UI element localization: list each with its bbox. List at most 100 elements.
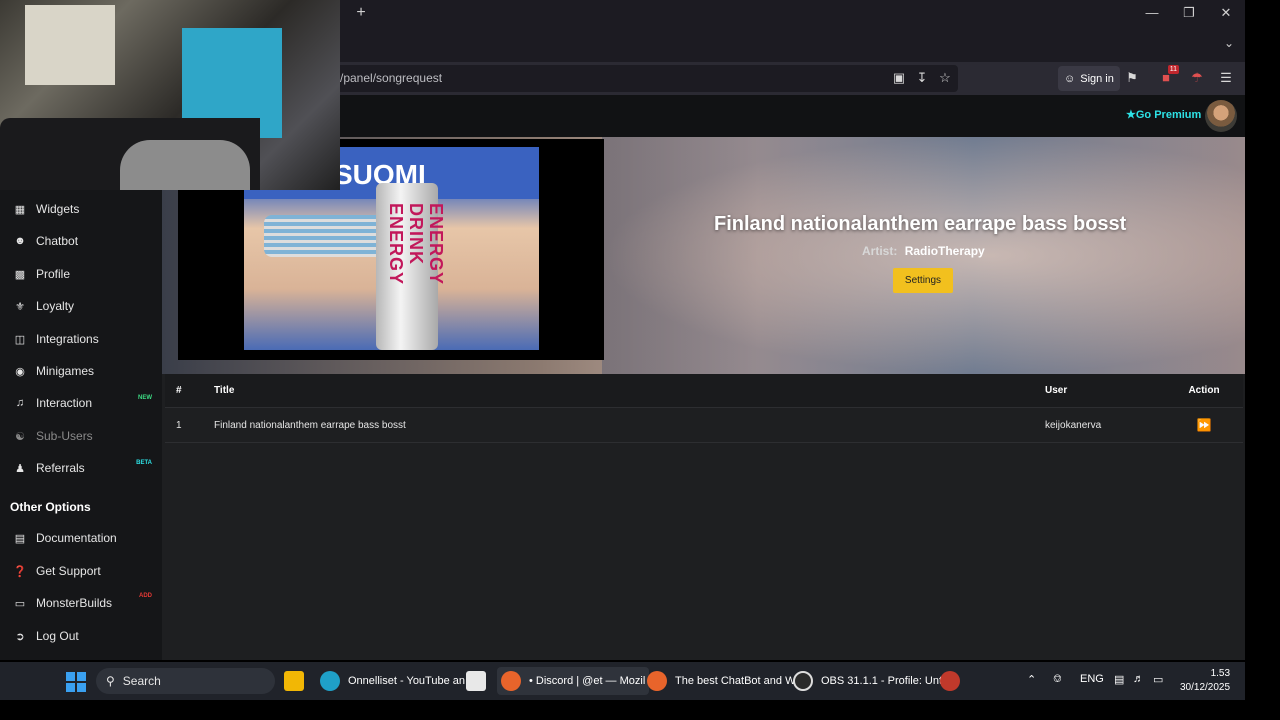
song-queue-table: # Title User Action 1 Finland nationalan…	[165, 374, 1243, 443]
sidebar-item-referrals[interactable]: ♟ Referrals BETA	[0, 454, 162, 482]
clock-time: 1.53	[1210, 668, 1231, 679]
id-card-icon: ▩	[14, 268, 26, 281]
row-title: Finland nationalanthem earrape bass boss…	[214, 419, 406, 431]
fast-forward-icon: ⏩	[1196, 418, 1212, 432]
sidebar-item-profile[interactable]: ▩ Profile	[0, 260, 162, 288]
logout-icon: ➲	[15, 630, 25, 643]
sidebar-item-monsterbuilds[interactable]: ▭ MonsterBuilds ADD	[0, 589, 162, 617]
sidebar-item-label: Widgets	[36, 202, 80, 216]
row-user: keijokanerva	[1045, 419, 1102, 431]
sidebar-item-chatbot[interactable]: ☻ Chatbot	[0, 227, 162, 255]
sidebar-item-integrations[interactable]: ◫ Integrations	[0, 325, 162, 353]
table-row: 1 Finland nationalanthem earrape bass bo…	[165, 408, 1243, 443]
download-page-icon[interactable]: ↧	[914, 70, 930, 86]
file-explorer-button[interactable]	[284, 667, 312, 695]
microsoft-store-button[interactable]	[466, 667, 494, 695]
taskbar-app-label: The best ChatBot and W	[675, 675, 796, 687]
new-badge: NEW	[138, 395, 152, 401]
header-user: User	[1045, 385, 1068, 396]
go-premium-link[interactable]: ★Go Premium	[1126, 108, 1201, 121]
new-tab-button[interactable]: +	[352, 4, 370, 22]
taskbar-app-chatbot-firefox[interactable]: The best ChatBot and W	[647, 667, 795, 695]
firefox-icon	[501, 671, 521, 691]
taskbar-app-obs[interactable]: OBS 31.1.1 - Profile: Unti	[793, 667, 945, 695]
obs-icon	[793, 671, 813, 691]
extension-red-icon[interactable]: ■ 11	[1157, 65, 1179, 87]
sidebar-item-label: Chatbot	[36, 234, 79, 248]
folder-icon	[284, 671, 304, 691]
sidebar-item-interaction[interactable]: ♫ Interaction NEW	[0, 389, 162, 417]
close-button[interactable]: ✕	[1216, 4, 1236, 22]
go-premium-label: Go Premium	[1135, 109, 1202, 121]
taskbar-app-extra[interactable]	[940, 667, 968, 695]
beta-badge: BETA	[136, 460, 152, 466]
sidebar-item-label: Sub-Users	[36, 429, 93, 443]
app-icon	[940, 671, 960, 691]
sign-in-label: Sign in	[1080, 72, 1114, 85]
now-playing-title: Finland nationalanthem earrape bass boss…	[714, 213, 1127, 235]
minimize-button[interactable]: —	[1142, 4, 1162, 22]
sidebar-item-label: MonsterBuilds	[36, 596, 113, 610]
music-icon: ♫	[15, 397, 25, 409]
header-num: #	[176, 385, 182, 396]
sidebar-item-minigames[interactable]: ◉ Minigames	[0, 357, 162, 385]
taskbar-app-edge[interactable]: Onnelliset - YouTube an	[320, 667, 465, 695]
add-badge: ADD	[139, 593, 152, 599]
avatar[interactable]	[1205, 100, 1237, 132]
battery-icon[interactable]: ▭	[1153, 673, 1163, 686]
webcam-window	[25, 5, 115, 85]
header-title: Title	[214, 385, 235, 396]
bookmark-star-icon[interactable]: ☆	[937, 70, 953, 86]
sidebar-item-label: Get Support	[36, 564, 101, 578]
start-button[interactable]	[66, 672, 86, 692]
book-icon: ▤	[14, 532, 26, 545]
picture-in-picture-icon[interactable]: ▣	[891, 70, 907, 86]
sidebar-item-label: Integrations	[36, 332, 99, 346]
taskbar-app-label: OBS 31.1.1 - Profile: Unti	[821, 675, 945, 687]
sidebar-item-label: Log Out	[36, 629, 79, 643]
volume-icon[interactable]: ♬	[1133, 673, 1144, 685]
robot-icon: ☻	[14, 235, 26, 247]
sidebar-item-sub-users[interactable]: ☯ Sub-Users	[0, 422, 162, 450]
screen-bottom-border	[0, 700, 1280, 720]
sidebar-item-label: Profile	[36, 267, 71, 281]
language-indicator[interactable]: ENG	[1080, 673, 1104, 685]
restore-button[interactable]: ❐	[1179, 4, 1199, 22]
artist-name: RadioTherapy	[904, 244, 985, 258]
user-group-icon: ♟	[15, 462, 25, 475]
widgets-icon: ▦	[14, 203, 26, 216]
sidebar-item-documentation[interactable]: ▤ Documentation	[0, 524, 162, 552]
taskbar-app-label: • Discord | @et — Mozil	[529, 675, 646, 687]
account-icon: ☺	[1064, 72, 1076, 85]
screen-right-border	[1245, 0, 1280, 720]
other-options-heading: Other Options	[10, 500, 91, 514]
settings-button[interactable]: Settings	[893, 268, 953, 293]
taskbar-search[interactable]: ⚲ Search	[96, 668, 275, 694]
sidebar-item-label: Loyalty	[36, 299, 75, 313]
laptop-icon: ▭	[14, 597, 26, 610]
gamepad-icon: ◉	[15, 365, 25, 378]
store-icon	[466, 671, 486, 691]
taskbar-app-discord-firefox[interactable]: • Discord | @et — Mozil	[497, 667, 650, 695]
search-placeholder: Search	[122, 674, 161, 688]
chevron-up-icon[interactable]: ⌃	[1027, 673, 1036, 686]
header-action: Action	[1188, 385, 1220, 396]
list-all-tabs-button[interactable]: ⌄	[1219, 36, 1239, 52]
sidebar-item-label: Minigames	[36, 364, 95, 378]
windows-taskbar: ⚲ Search Onnelliset - YouTube an • Disco…	[0, 662, 1245, 700]
sidebar-item-loyalty[interactable]: ⚜ Loyalty	[0, 292, 162, 320]
sidebar-item-log-out[interactable]: ➲ Log Out	[0, 622, 162, 650]
microphone-icon[interactable]: ⎊	[1053, 673, 1062, 686]
skip-button[interactable]: ⏩	[1165, 418, 1243, 432]
extensions-icon[interactable]: ⚑	[1123, 69, 1141, 87]
clock-date: 30/12/2025	[1180, 682, 1231, 693]
sidebar-item-widgets[interactable]: ▦ Widgets	[0, 195, 162, 223]
sign-in-button[interactable]: ☺ Sign in	[1058, 66, 1120, 91]
clock[interactable]: 1.53 30/12/2025	[1180, 667, 1230, 695]
taskbar-app-label: Onnelliset - YouTube an	[348, 675, 466, 687]
extension-shield-icon[interactable]: ☂	[1188, 69, 1206, 87]
plug-icon: ◫	[14, 333, 26, 346]
sidebar-item-get-support[interactable]: ❓ Get Support	[0, 557, 162, 585]
menu-hamburger-icon[interactable]: ☰	[1217, 69, 1235, 87]
network-icon[interactable]: ▤	[1114, 673, 1124, 686]
